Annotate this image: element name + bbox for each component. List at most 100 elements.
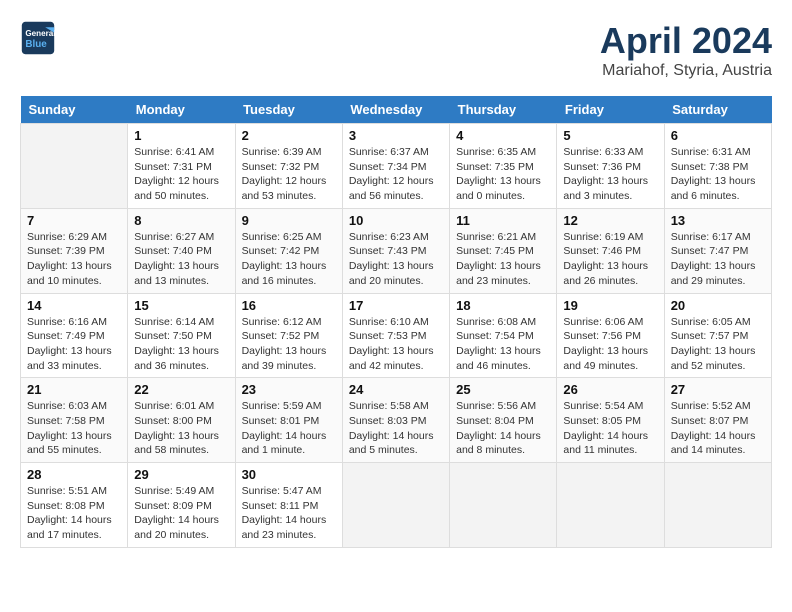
calendar-cell: 19 Sunrise: 6:06 AMSunset: 7:56 PMDayligh…: [557, 293, 664, 378]
day-info: Sunrise: 6:05 AMSunset: 7:57 PMDaylight:…: [671, 315, 765, 374]
day-info: Sunrise: 6:08 AMSunset: 7:54 PMDaylight:…: [456, 315, 550, 374]
day-number: 9: [242, 213, 336, 228]
weekday-header-friday: Friday: [557, 96, 664, 124]
calendar-cell: [664, 463, 771, 548]
day-number: 25: [456, 382, 550, 397]
day-info: Sunrise: 6:16 AMSunset: 7:49 PMDaylight:…: [27, 315, 121, 374]
day-info: Sunrise: 6:17 AMSunset: 7:47 PMDaylight:…: [671, 230, 765, 289]
day-info: Sunrise: 5:56 AMSunset: 8:04 PMDaylight:…: [456, 399, 550, 458]
day-number: 26: [563, 382, 657, 397]
day-info: Sunrise: 5:47 AMSunset: 8:11 PMDaylight:…: [242, 484, 336, 543]
day-info: Sunrise: 6:14 AMSunset: 7:50 PMDaylight:…: [134, 315, 228, 374]
calendar-cell: 26 Sunrise: 5:54 AMSunset: 8:05 PMDayligh…: [557, 378, 664, 463]
weekday-header-tuesday: Tuesday: [235, 96, 342, 124]
day-number: 12: [563, 213, 657, 228]
day-number: 4: [456, 128, 550, 143]
day-number: 14: [27, 298, 121, 313]
day-number: 28: [27, 467, 121, 482]
day-info: Sunrise: 6:27 AMSunset: 7:40 PMDaylight:…: [134, 230, 228, 289]
day-number: 29: [134, 467, 228, 482]
calendar-cell: 4Sunrise: 6:35 AMSunset: 7:35 PMDaylight…: [450, 124, 557, 209]
day-info: Sunrise: 6:31 AMSunset: 7:38 PMDaylight:…: [671, 145, 765, 204]
day-info: Sunrise: 6:12 AMSunset: 7:52 PMDaylight:…: [242, 315, 336, 374]
weekday-header-row: SundayMondayTuesdayWednesdayThursdayFrid…: [21, 96, 772, 124]
month-title: April 2024: [600, 20, 772, 62]
day-number: 13: [671, 213, 765, 228]
day-number: 23: [242, 382, 336, 397]
calendar-cell: 2Sunrise: 6:39 AMSunset: 7:32 PMDaylight…: [235, 124, 342, 209]
day-info: Sunrise: 6:25 AMSunset: 7:42 PMDaylight:…: [242, 230, 336, 289]
day-number: 6: [671, 128, 765, 143]
calendar-cell: 7 Sunrise: 6:29 AMSunset: 7:39 PMDaylight…: [21, 208, 128, 293]
calendar-cell: 9 Sunrise: 6:25 AMSunset: 7:42 PMDaylight…: [235, 208, 342, 293]
day-number: 1: [134, 128, 228, 143]
calendar-cell: 20 Sunrise: 6:05 AMSunset: 7:57 PMDayligh…: [664, 293, 771, 378]
day-info: Sunrise: 6:06 AMSunset: 7:56 PMDaylight:…: [563, 315, 657, 374]
page-header: General Blue April 2024 Mariahof, Styria…: [20, 20, 772, 80]
day-number: 22: [134, 382, 228, 397]
day-info: Sunrise: 6:37 AMSunset: 7:34 PMDaylight:…: [349, 145, 443, 204]
day-number: 19: [563, 298, 657, 313]
day-number: 5: [563, 128, 657, 143]
day-info: Sunrise: 6:33 AMSunset: 7:36 PMDaylight:…: [563, 145, 657, 204]
calendar-cell: 21 Sunrise: 6:03 AMSunset: 7:58 PMDayligh…: [21, 378, 128, 463]
weekday-header-sunday: Sunday: [21, 96, 128, 124]
calendar-cell: 27Sunrise: 5:52 AMSunset: 8:07 PMDayligh…: [664, 378, 771, 463]
day-number: 8: [134, 213, 228, 228]
week-row-2: 7 Sunrise: 6:29 AMSunset: 7:39 PMDaylight…: [21, 208, 772, 293]
calendar-cell: 29Sunrise: 5:49 AMSunset: 8:09 PMDayligh…: [128, 463, 235, 548]
day-info: Sunrise: 6:41 AMSunset: 7:31 PMDaylight:…: [134, 145, 228, 204]
day-info: Sunrise: 6:23 AMSunset: 7:43 PMDaylight:…: [349, 230, 443, 289]
day-number: 7: [27, 213, 121, 228]
day-info: Sunrise: 6:29 AMSunset: 7:39 PMDaylight:…: [27, 230, 121, 289]
weekday-header-saturday: Saturday: [664, 96, 771, 124]
calendar-cell: 14 Sunrise: 6:16 AMSunset: 7:49 PMDayligh…: [21, 293, 128, 378]
day-number: 16: [242, 298, 336, 313]
day-number: 2: [242, 128, 336, 143]
svg-text:Blue: Blue: [25, 39, 47, 50]
day-info: Sunrise: 6:03 AMSunset: 7:58 PMDaylight:…: [27, 399, 121, 458]
calendar-cell: 23Sunrise: 5:59 AMSunset: 8:01 PMDayligh…: [235, 378, 342, 463]
day-number: 30: [242, 467, 336, 482]
day-info: Sunrise: 5:51 AMSunset: 8:08 PMDaylight:…: [27, 484, 121, 543]
location: Mariahof, Styria, Austria: [600, 62, 772, 80]
calendar-cell: 25 Sunrise: 5:56 AMSunset: 8:04 PMDayligh…: [450, 378, 557, 463]
day-number: 11: [456, 213, 550, 228]
calendar-cell: 11 Sunrise: 6:21 AMSunset: 7:45 PMDayligh…: [450, 208, 557, 293]
calendar-cell: 12 Sunrise: 6:19 AMSunset: 7:46 PMDayligh…: [557, 208, 664, 293]
weekday-header-wednesday: Wednesday: [342, 96, 449, 124]
day-number: 17: [349, 298, 443, 313]
logo-icon: General Blue: [20, 20, 56, 56]
calendar-cell: [557, 463, 664, 548]
week-row-1: 1 Sunrise: 6:41 AMSunset: 7:31 PMDaylight…: [21, 124, 772, 209]
day-number: 18: [456, 298, 550, 313]
week-row-3: 14 Sunrise: 6:16 AMSunset: 7:49 PMDayligh…: [21, 293, 772, 378]
logo: General Blue: [20, 20, 56, 56]
calendar-cell: 28 Sunrise: 5:51 AMSunset: 8:08 PMDayligh…: [21, 463, 128, 548]
calendar-cell: [342, 463, 449, 548]
week-row-5: 28 Sunrise: 5:51 AMSunset: 8:08 PMDayligh…: [21, 463, 772, 548]
title-block: April 2024 Mariahof, Styria, Austria: [600, 20, 772, 80]
calendar-cell: [21, 124, 128, 209]
calendar-cell: 15Sunrise: 6:14 AMSunset: 7:50 PMDayligh…: [128, 293, 235, 378]
calendar-cell: 10 Sunrise: 6:23 AMSunset: 7:43 PMDayligh…: [342, 208, 449, 293]
calendar-cell: 13 Sunrise: 6:17 AMSunset: 7:47 PMDayligh…: [664, 208, 771, 293]
day-number: 24: [349, 382, 443, 397]
day-number: 20: [671, 298, 765, 313]
day-info: Sunrise: 5:58 AMSunset: 8:03 PMDaylight:…: [349, 399, 443, 458]
day-info: Sunrise: 6:01 AMSunset: 8:00 PMDaylight:…: [134, 399, 228, 458]
calendar-cell: 3Sunrise: 6:37 AMSunset: 7:34 PMDaylight…: [342, 124, 449, 209]
calendar-cell: 1 Sunrise: 6:41 AMSunset: 7:31 PMDaylight…: [128, 124, 235, 209]
calendar-cell: 6 Sunrise: 6:31 AMSunset: 7:38 PMDaylight…: [664, 124, 771, 209]
day-info: Sunrise: 5:52 AMSunset: 8:07 PMDaylight:…: [671, 399, 765, 458]
weekday-header-thursday: Thursday: [450, 96, 557, 124]
calendar-cell: 8 Sunrise: 6:27 AMSunset: 7:40 PMDaylight…: [128, 208, 235, 293]
day-number: 10: [349, 213, 443, 228]
calendar-cell: 22 Sunrise: 6:01 AMSunset: 8:00 PMDayligh…: [128, 378, 235, 463]
day-info: Sunrise: 5:54 AMSunset: 8:05 PMDaylight:…: [563, 399, 657, 458]
day-info: Sunrise: 6:19 AMSunset: 7:46 PMDaylight:…: [563, 230, 657, 289]
day-info: Sunrise: 6:21 AMSunset: 7:45 PMDaylight:…: [456, 230, 550, 289]
day-number: 21: [27, 382, 121, 397]
calendar-cell: 24 Sunrise: 5:58 AMSunset: 8:03 PMDayligh…: [342, 378, 449, 463]
day-info: Sunrise: 6:10 AMSunset: 7:53 PMDaylight:…: [349, 315, 443, 374]
